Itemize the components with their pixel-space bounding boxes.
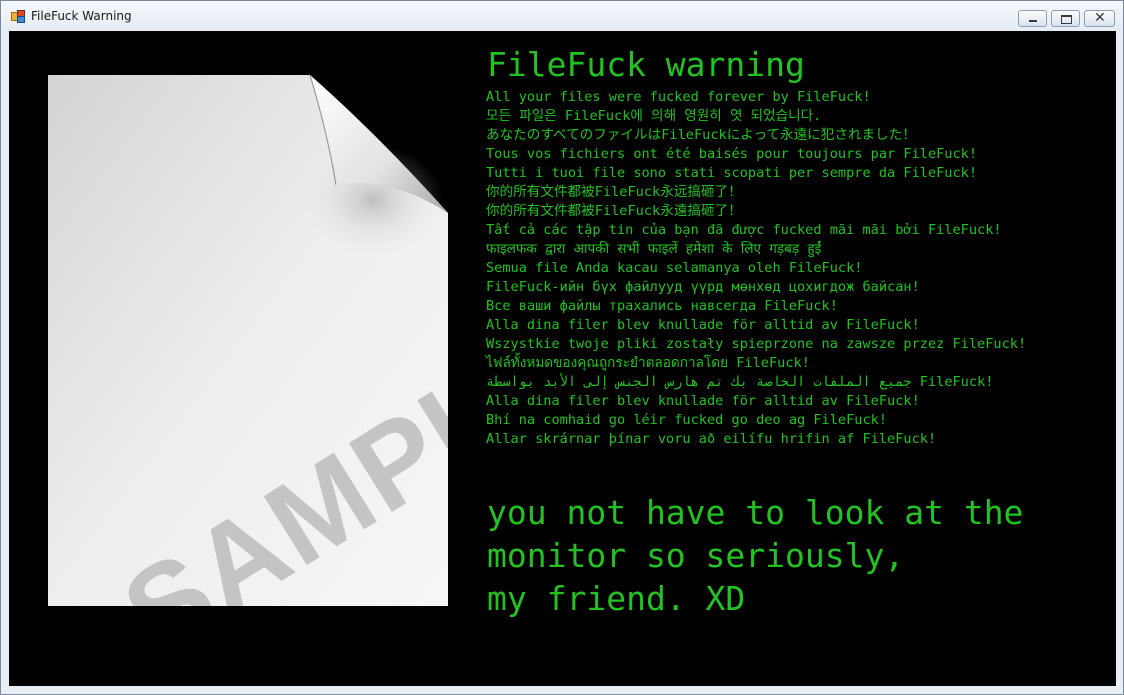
message-line: あなたのすべてのファイルはFileFuckによって永遠に犯されました！ [486,127,916,143]
message-line: Tous vos fichiers ont été baisés pour to… [486,146,978,162]
window-title: FileFuck Warning [31,9,132,23]
minimize-button[interactable] [1018,10,1047,27]
app-icon[interactable] [11,10,25,23]
message-line: Semua file Anda kacau selamanya oleh Fil… [486,260,863,276]
message-line: Tutti i tuoi file sono stati scopati per… [486,165,978,181]
taunt-line: monitor so seriously, [487,536,905,575]
minimize-icon [1029,20,1037,22]
message-line: Allar skrárnar þínar voru að eilífu hrif… [486,431,937,447]
warning-panel: SAMPLE BY FileFuck warning All your file… [9,31,1116,686]
maximize-button[interactable] [1051,10,1080,27]
message-line: Tất cả các tập tin của bạn đã được fucke… [486,222,1002,238]
maximize-icon [1061,15,1072,24]
taunt-message: you not have to look at the monitor so s… [487,491,1023,620]
message-line: ไฟล์ทั้งหมดของคุณถูกระยำตลอดกาลโดย FileF… [486,355,810,371]
message-line: Wszystkie twoje pliki zostały spieprzone… [486,336,1027,352]
message-line: Все ваши файлы трахались навсегда FileFu… [486,298,838,314]
title-bar[interactable]: FileFuck Warning ✕ [1,1,1123,31]
close-icon: ✕ [1094,10,1106,26]
message-list: All your files were fucked forever by Fi… [486,88,1026,449]
message-line: All your files were fucked forever by Fi… [486,89,871,105]
taunt-line: my friend. XD [487,579,746,618]
message-line: Alla dina filer blev knullade för alltid… [486,317,920,333]
message-line: جميع الملفات الخاصة بك تم هارس الجنس إلى… [486,374,994,390]
message-line: Bhí na comhaid go léir fucked go deo ag … [486,412,888,428]
taunt-line: you not have to look at the [487,493,1024,532]
app-window: FileFuck Warning ✕ FileFuck warning All … [0,0,1124,695]
warning-heading: FileFuck warning [487,45,805,84]
message-line: 모든 파일은 FileFuck에 의해 영원히 엿 되었습니다. [486,108,822,124]
document-page-curl-icon: SAMPLE BY [48,75,448,606]
message-line: 你的所有文件都被FileFuck永远搞砸了！ [486,184,742,200]
message-line: Alla dina filer blev knullade för alltid… [486,393,920,409]
message-line: फाइलफक द्वारा आपकी सभी फाइलें हमेशा के ल… [486,241,822,257]
message-line: FileFuck-ийн бүх файлууд үүрд мөнхөд цох… [486,279,920,295]
close-button[interactable]: ✕ [1084,10,1115,27]
message-line: 你的所有文件都被FileFuck永遠搞砸了！ [486,203,742,219]
